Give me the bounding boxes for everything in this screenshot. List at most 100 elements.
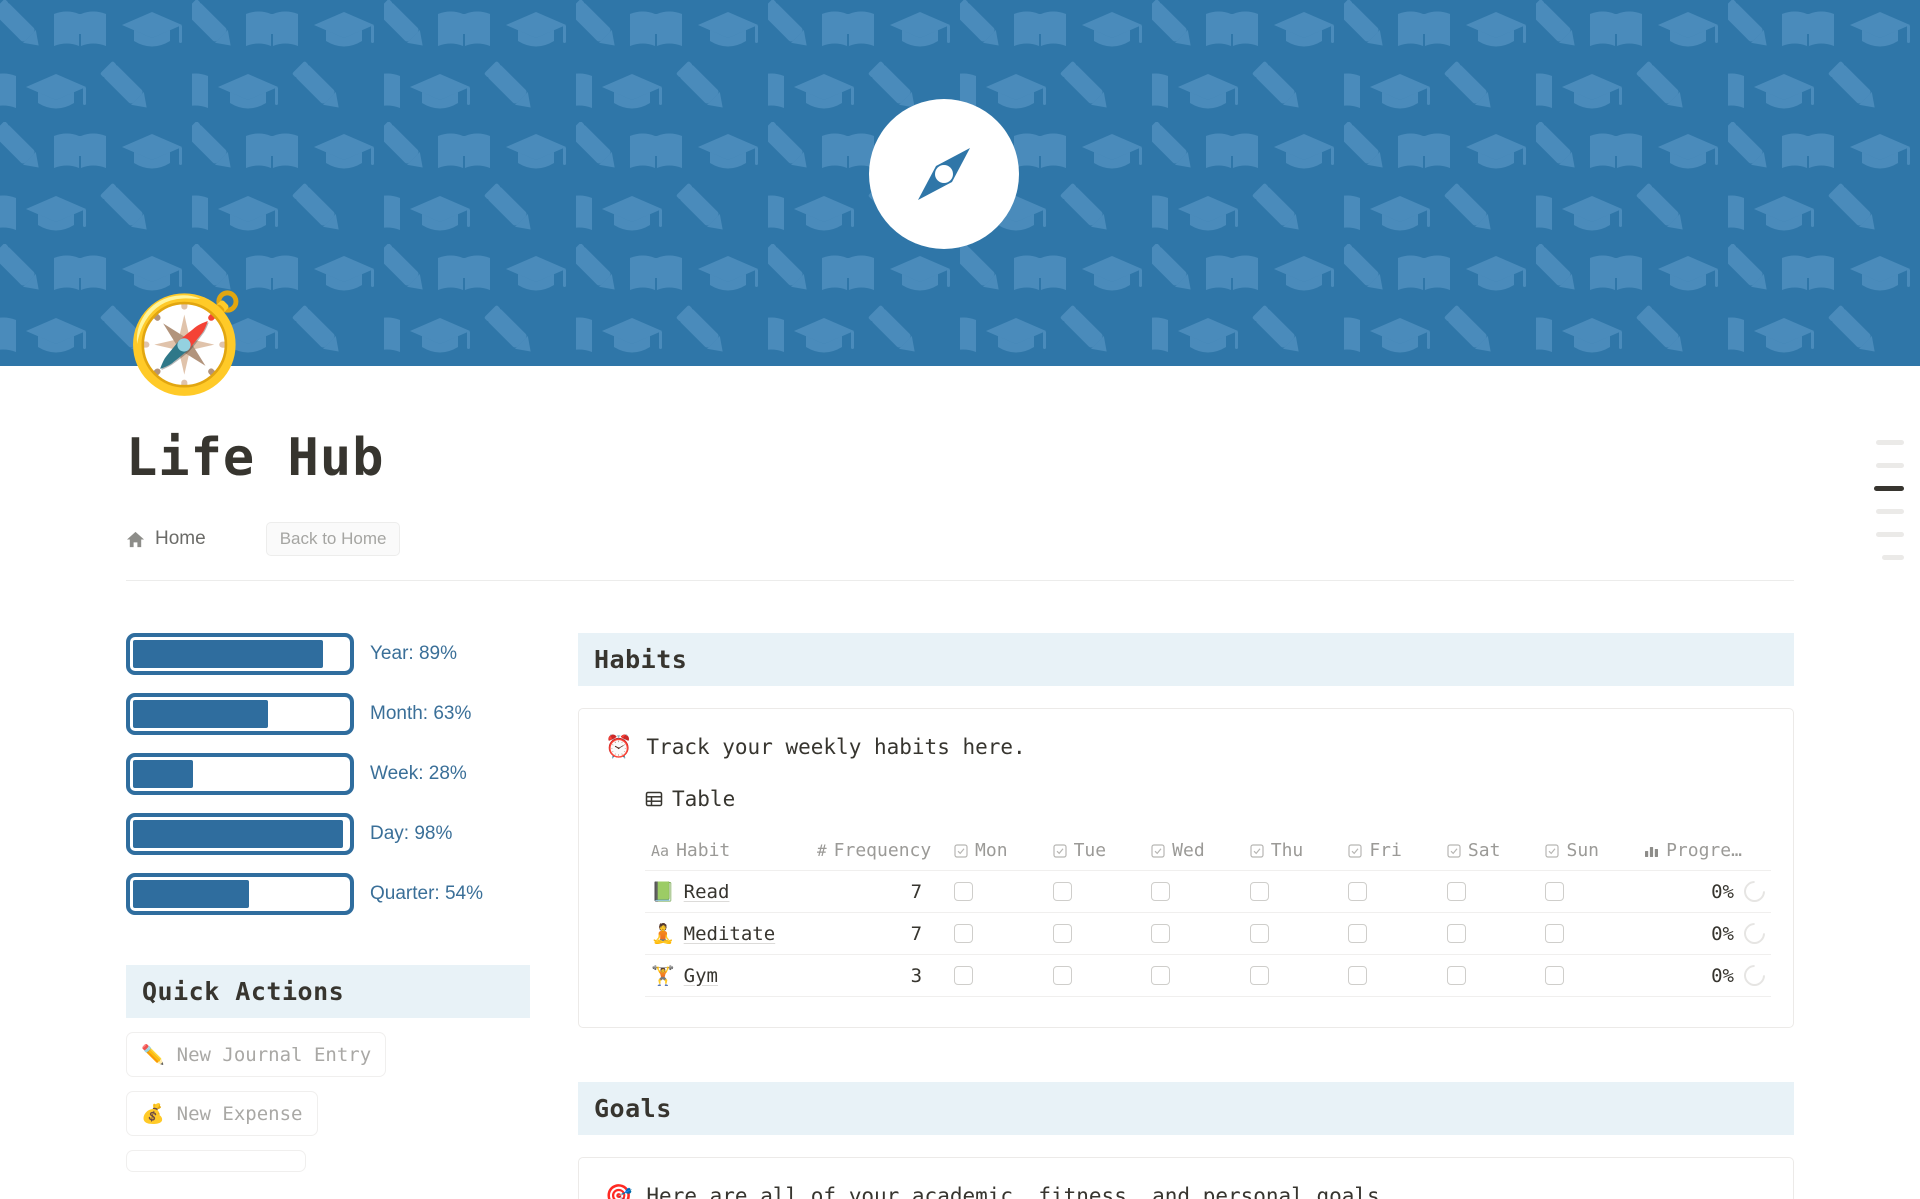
habit-mon-cell[interactable] bbox=[948, 912, 1047, 956]
checkbox[interactable] bbox=[954, 924, 974, 944]
habit-thu-cell[interactable] bbox=[1243, 870, 1343, 914]
habit-tue-cell[interactable] bbox=[1046, 912, 1146, 956]
column-header-progress[interactable]: Progre… bbox=[1638, 831, 1771, 872]
habit-progress-value: 0% bbox=[1711, 922, 1734, 945]
habits-view-tab[interactable]: Table bbox=[645, 787, 1771, 811]
habit-thu-cell[interactable] bbox=[1243, 912, 1343, 956]
progress-bar-track-month bbox=[126, 693, 354, 735]
column-header-tue[interactable]: Tue bbox=[1046, 831, 1146, 872]
habit-mon-cell[interactable] bbox=[948, 954, 1047, 998]
table-row[interactable]: 📗 Read 7 0% bbox=[645, 870, 1771, 914]
column-header-habit[interactable]: Aa Habit bbox=[645, 831, 812, 872]
habit-sun-cell[interactable] bbox=[1539, 954, 1639, 998]
habit-progress-cell: 0% bbox=[1638, 954, 1771, 998]
habit-fri-cell[interactable] bbox=[1342, 912, 1441, 956]
column-header-sat-label: Sat bbox=[1467, 840, 1501, 862]
progress-bar-track-year bbox=[126, 633, 354, 675]
habit-mon-cell[interactable] bbox=[948, 870, 1047, 914]
habits-note-text: Track your weekly habits here. bbox=[646, 735, 1026, 759]
toc-dash[interactable] bbox=[1882, 555, 1904, 560]
column-header-mon-label: Mon bbox=[975, 840, 1008, 862]
toc-dash[interactable] bbox=[1876, 463, 1904, 468]
toc-dash[interactable] bbox=[1876, 532, 1904, 537]
checkbox[interactable] bbox=[954, 966, 974, 986]
column-header-mon[interactable]: Mon bbox=[948, 831, 1047, 872]
checkbox[interactable] bbox=[1249, 966, 1269, 986]
checkbox[interactable] bbox=[1052, 924, 1072, 944]
toc-dash[interactable] bbox=[1876, 509, 1904, 514]
checkbox[interactable] bbox=[1348, 966, 1368, 986]
habit-sat-cell[interactable] bbox=[1440, 912, 1540, 956]
checkbox[interactable] bbox=[1545, 966, 1565, 986]
checkbox[interactable] bbox=[1446, 966, 1466, 986]
progress-bar-row: Week: 28% bbox=[126, 753, 530, 795]
habit-name-cell[interactable]: 📗 Read bbox=[645, 870, 812, 914]
table-row[interactable]: 🏋️ Gym 3 0% bbox=[645, 954, 1771, 998]
progress-bar-label-week: Week: 28% bbox=[370, 763, 467, 785]
checkbox-type-icon bbox=[1250, 844, 1264, 858]
progress-bar-label-quarter: Quarter: 54% bbox=[370, 883, 483, 905]
checkbox[interactable] bbox=[1446, 882, 1466, 902]
habit-sun-cell[interactable] bbox=[1539, 912, 1639, 956]
table-of-contents-rail[interactable] bbox=[1874, 440, 1904, 560]
breadcrumb: Home Back to Home bbox=[126, 522, 1794, 581]
checkbox[interactable] bbox=[1545, 882, 1565, 902]
habit-frequency-cell[interactable]: 3 bbox=[811, 954, 949, 998]
column-header-wed[interactable]: Wed bbox=[1145, 831, 1244, 872]
checkbox[interactable] bbox=[1249, 924, 1269, 944]
new-journal-entry-button[interactable]: ✏️ New Journal Entry bbox=[126, 1032, 387, 1077]
habit-frequency-cell[interactable]: 7 bbox=[811, 912, 949, 956]
column-header-sat[interactable]: Sat bbox=[1440, 831, 1540, 872]
checkbox[interactable] bbox=[1151, 966, 1171, 986]
goals-note: 🎯 Here are all of your academic, fitness… bbox=[601, 1184, 1771, 1199]
checkbox[interactable] bbox=[1348, 882, 1368, 902]
habit-frequency-cell[interactable]: 7 bbox=[811, 870, 949, 914]
column-header-sun[interactable]: Sun bbox=[1539, 831, 1639, 872]
checkbox[interactable] bbox=[1545, 924, 1565, 944]
checkbox-type-icon bbox=[1348, 844, 1362, 858]
checkbox[interactable] bbox=[1446, 924, 1466, 944]
quick-actions-heading: Quick Actions bbox=[126, 965, 530, 1018]
habit-sat-cell[interactable] bbox=[1440, 870, 1540, 914]
back-to-home-button[interactable]: Back to Home bbox=[265, 522, 401, 556]
checkbox[interactable] bbox=[954, 882, 974, 902]
checkbox[interactable] bbox=[1052, 882, 1072, 902]
habit-sun-cell[interactable] bbox=[1539, 870, 1639, 914]
page-icon[interactable]: 🧭 bbox=[126, 289, 246, 399]
habit-tue-cell[interactable] bbox=[1046, 870, 1146, 914]
habit-thu-cell[interactable] bbox=[1243, 954, 1343, 998]
habit-wed-cell[interactable] bbox=[1145, 954, 1244, 998]
habit-wed-cell[interactable] bbox=[1145, 870, 1244, 914]
new-expense-button[interactable]: 💰 New Expense bbox=[126, 1091, 318, 1136]
habit-sat-cell[interactable] bbox=[1440, 954, 1540, 998]
progress-bar-label-day: Day: 98% bbox=[370, 823, 453, 845]
habit-wed-cell[interactable] bbox=[1145, 912, 1244, 956]
habit-fri-cell[interactable] bbox=[1342, 870, 1441, 914]
habit-name-cell[interactable]: 🏋️ Gym bbox=[645, 954, 812, 998]
checkbox[interactable] bbox=[1151, 924, 1171, 944]
checkbox[interactable] bbox=[1151, 882, 1171, 902]
toc-dash[interactable] bbox=[1876, 440, 1904, 445]
goals-section: Goals 🎯 Here are all of your academic, f… bbox=[578, 1082, 1794, 1199]
habit-tue-cell[interactable] bbox=[1046, 954, 1146, 998]
page-content: Life Hub Home Back to Home Year: 89% Mon… bbox=[0, 428, 1920, 1199]
checkbox[interactable] bbox=[1348, 924, 1368, 944]
compass-logo-icon bbox=[869, 99, 1019, 249]
quick-action-button-third[interactable] bbox=[126, 1150, 306, 1172]
table-row[interactable]: 🧘 Meditate 7 0% bbox=[645, 912, 1771, 956]
habit-name-cell[interactable]: 🧘 Meditate bbox=[645, 912, 812, 956]
progress-ring-icon bbox=[1739, 919, 1770, 949]
toc-dash-active[interactable] bbox=[1874, 486, 1904, 491]
column-header-fri[interactable]: Fri bbox=[1342, 831, 1441, 872]
progress-bar-track-quarter bbox=[126, 873, 354, 915]
habits-table: Aa Habit # Frequency Mon Tue Wed Thu Fri… bbox=[645, 831, 1771, 998]
progress-ring-icon bbox=[1739, 877, 1770, 907]
alarm-clock-icon: ⏰ bbox=[605, 735, 633, 760]
habits-table-header-row: Aa Habit # Frequency Mon Tue Wed Thu Fri… bbox=[645, 831, 1771, 872]
column-header-frequency[interactable]: # Frequency bbox=[811, 831, 949, 872]
column-header-thu[interactable]: Thu bbox=[1243, 831, 1343, 872]
checkbox[interactable] bbox=[1249, 882, 1269, 902]
breadcrumb-item-home[interactable]: Home bbox=[126, 528, 206, 550]
habit-fri-cell[interactable] bbox=[1342, 954, 1441, 998]
checkbox[interactable] bbox=[1052, 966, 1072, 986]
